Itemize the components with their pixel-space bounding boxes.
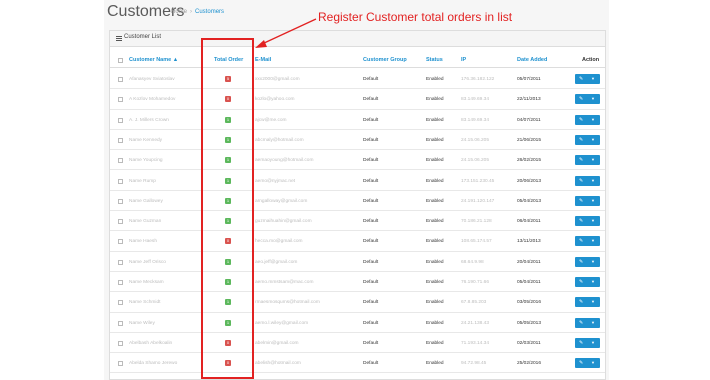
annotation-arrow <box>255 18 317 48</box>
